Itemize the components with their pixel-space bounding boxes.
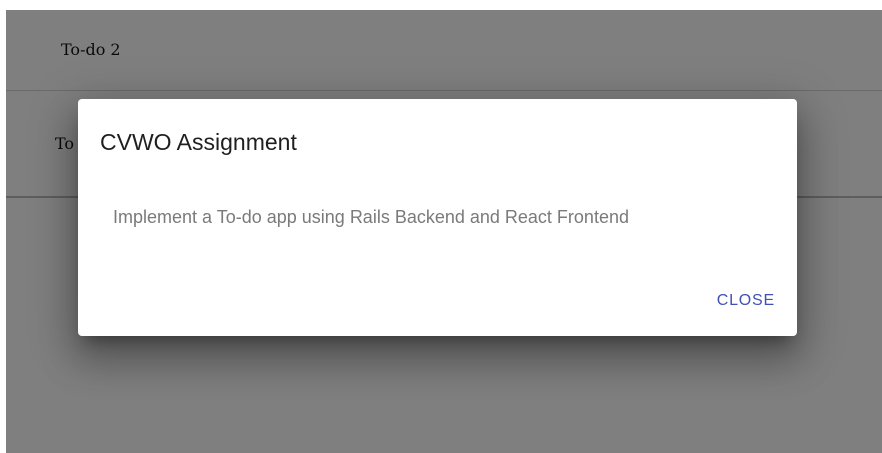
dialog: CVWO Assignment Implement a To-do app us…: [78, 99, 797, 336]
dialog-content: Implement a To-do app using Rails Backen…: [113, 207, 629, 227]
close-button[interactable]: CLOSE: [717, 292, 775, 310]
viewport: To-do 2 To CVWO Assignment Implement a T…: [0, 0, 882, 453]
dialog-title: CVWO Assignment: [100, 129, 297, 155]
dialog-actions: CLOSE: [717, 292, 775, 310]
